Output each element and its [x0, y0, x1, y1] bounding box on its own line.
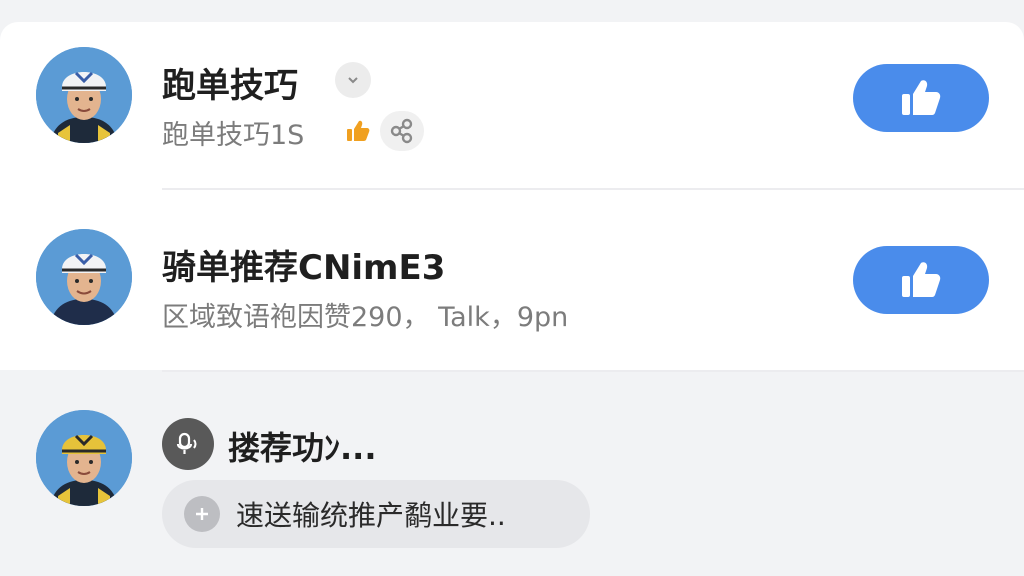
dropdown-toggle[interactable] — [335, 62, 371, 98]
item-title: 搂荐功ﾝ... — [228, 429, 377, 467]
item-subtitle: 跑单技巧1S — [162, 120, 305, 151]
feed-screen: 跑单技巧 跑单技巧1S 骑单推荐CNimE3 区域致语袍因赞290， Talk，… — [0, 0, 1024, 576]
share-button[interactable] — [380, 111, 424, 151]
message-input[interactable]: 速送输统推产鹬业要.. — [162, 480, 590, 548]
thumbs-up-icon — [902, 262, 941, 297]
item-title: 跑单技巧 — [162, 66, 298, 106]
input-text: 速送输统推产鹬业要.. — [236, 499, 506, 532]
thumbs-up-icon — [902, 80, 941, 115]
avatar[interactable] — [36, 229, 132, 325]
divider — [162, 188, 1024, 190]
item-title: 骑单推荐CNimE3 — [162, 248, 446, 288]
avatar[interactable] — [36, 47, 132, 143]
share-icon — [390, 118, 413, 144]
thumbs-up-icon — [345, 119, 371, 147]
plus-icon[interactable] — [184, 496, 220, 532]
chevron-down-icon — [348, 77, 358, 84]
voice-icon — [176, 432, 197, 454]
item-subtitle: 区域致语袍因赞290， Talk，9pn — [162, 302, 569, 333]
voice-button[interactable] — [162, 418, 214, 470]
like-button[interactable] — [853, 246, 989, 314]
courier-avatar-icon — [36, 410, 132, 506]
courier-avatar-icon — [36, 229, 132, 325]
avatar[interactable] — [36, 410, 132, 506]
like-button[interactable] — [853, 64, 989, 132]
divider — [162, 370, 1024, 372]
courier-avatar-icon — [36, 47, 132, 143]
